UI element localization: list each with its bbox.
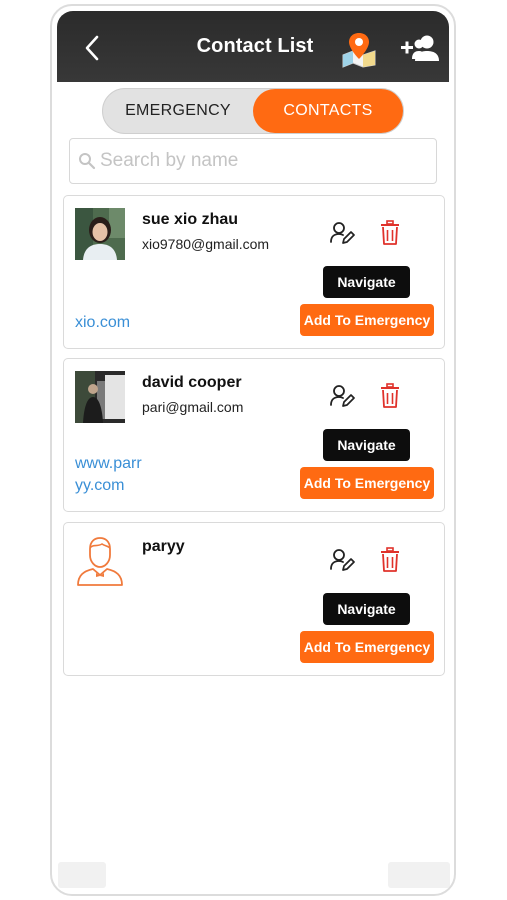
- add-contact-button[interactable]: [399, 33, 439, 65]
- delete-contact-button[interactable]: [379, 547, 401, 573]
- navigate-button[interactable]: Navigate: [323, 429, 410, 461]
- search-icon: [79, 153, 96, 170]
- bottom-nav-right: [388, 862, 450, 888]
- contact-card: david cooper pari@gmail.com www.parryy.c…: [63, 358, 445, 512]
- contact-card: paryy Navigate Add To Emergency: [63, 522, 445, 676]
- search-box: [69, 138, 437, 184]
- navigate-button[interactable]: Navigate: [323, 266, 410, 298]
- contact-card: sue xio zhau xio9780@gmail.com xio.com N…: [63, 195, 445, 349]
- add-user-icon: [401, 35, 439, 61]
- edit-contact-button[interactable]: [329, 547, 355, 573]
- add-to-emergency-button[interactable]: Add To Emergency: [300, 467, 434, 499]
- delete-contact-button[interactable]: [379, 383, 401, 409]
- trash-icon: [381, 383, 399, 408]
- contact-name: david cooper: [142, 374, 242, 391]
- app-header: Contact List: [57, 11, 449, 82]
- delete-contact-button[interactable]: [379, 220, 401, 246]
- contact-website-link[interactable]: www.parryy.com: [75, 453, 147, 497]
- contact-email: xio9780@gmail.com: [142, 236, 270, 252]
- edit-contact-button[interactable]: [329, 383, 355, 409]
- map-pin-icon: [342, 33, 376, 68]
- avatar: [75, 208, 125, 260]
- navigate-button[interactable]: Navigate: [323, 593, 410, 625]
- edit-user-icon: [330, 385, 355, 407]
- person-placeholder-icon: [77, 537, 123, 586]
- tab-contacts[interactable]: CONTACTS: [253, 89, 403, 133]
- edit-user-icon: [330, 222, 355, 244]
- trash-icon: [381, 547, 399, 572]
- phone-frame: Contact List EMERGENCY CONTACTS Search b…: [50, 4, 456, 896]
- edit-user-icon: [330, 549, 355, 571]
- trash-icon: [381, 220, 399, 245]
- add-to-emergency-button[interactable]: Add To Emergency: [300, 631, 434, 663]
- bottom-nav-left: [58, 862, 106, 888]
- add-to-emergency-button[interactable]: Add To Emergency: [300, 304, 434, 336]
- map-button[interactable]: [339, 29, 379, 69]
- avatar: [75, 535, 125, 587]
- contact-name: paryy: [142, 538, 185, 555]
- segment-toggle: EMERGENCY CONTACTS: [102, 88, 404, 134]
- edit-contact-button[interactable]: [329, 220, 355, 246]
- contact-website-link[interactable]: xio.com: [75, 312, 147, 334]
- tab-emergency[interactable]: EMERGENCY: [103, 89, 253, 133]
- avatar: [75, 371, 125, 423]
- page-title: Contact List: [196, 35, 314, 57]
- contact-name: sue xio zhau: [142, 211, 239, 228]
- contact-email: pari@gmail.com: [142, 399, 244, 415]
- search-input[interactable]: [100, 150, 420, 172]
